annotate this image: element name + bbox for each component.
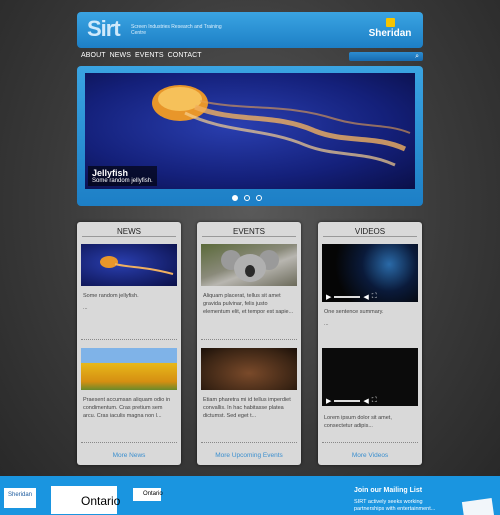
video-player-2[interactable]: ▶ ◀ ⛶ xyxy=(322,348,418,406)
caption-title: Jellyfish xyxy=(92,168,129,178)
more-news-link[interactable]: More News xyxy=(77,452,181,459)
nav-about[interactable]: ABOUT xyxy=(81,52,106,59)
videos-text-2: Lorem ipsum dolor sit amet, consectetur … xyxy=(324,415,392,429)
jellyfish-slide[interactable]: Jellyfish Some random jellyfish. xyxy=(85,73,415,189)
videos-ellipsis-1: ... xyxy=(324,321,329,327)
divider xyxy=(81,339,177,340)
nav-events[interactable]: EVENTS xyxy=(135,52,164,59)
news-text-2: Praesent accumsan aliquam odio in condim… xyxy=(83,397,171,419)
sheridan-mark-icon xyxy=(385,18,395,27)
slider-dots xyxy=(232,195,262,201)
jellyfish-thumb xyxy=(100,256,174,275)
videos-panel: VIDEOS ▶ ◀ ⛶ One sentence summary. ... ▶… xyxy=(318,222,422,465)
events-title: EVENTS xyxy=(202,222,296,237)
nav-contact[interactable]: CONTACT xyxy=(168,52,202,59)
site-header: Sirt Screen Industries Research and Trai… xyxy=(77,12,423,48)
videos-text-1: One sentence summary. xyxy=(324,309,384,315)
nav-news[interactable]: NEWS xyxy=(110,52,131,59)
main-nav: ABOUT NEWS EVENTS CONTACT xyxy=(81,52,202,59)
slider-dot-2[interactable] xyxy=(244,195,250,201)
divider xyxy=(201,442,297,443)
footer-ontario-small-logo[interactable]: Ontario xyxy=(133,488,163,501)
news-title: NEWS xyxy=(82,222,176,237)
events-text-1: Aliquam placerat, tellus sit amet gravid… xyxy=(203,293,294,315)
footer-ontario-logo[interactable]: Ontario xyxy=(51,486,120,514)
events-image-2[interactable] xyxy=(201,348,297,390)
search-input[interactable]: ⌕ xyxy=(349,52,423,61)
sheridan-logo[interactable]: Sheridan xyxy=(367,18,413,39)
mailing-text: SIRT actively seeks working partnerships… xyxy=(354,499,436,512)
volume-icon[interactable]: ◀ xyxy=(363,397,368,405)
video-controls: ▶ ◀ ⛶ xyxy=(322,396,418,406)
koala-thumb xyxy=(221,250,279,282)
more-events-link[interactable]: More Upcoming Events xyxy=(197,452,301,459)
mailing-title: Join our Mailing List xyxy=(354,487,423,494)
sirt-logo[interactable]: Sirt xyxy=(87,16,121,42)
search-icon[interactable]: ⌕ xyxy=(415,52,419,61)
footer-sheridan-logo[interactable]: Sheridan xyxy=(4,488,36,508)
image-slider: Jellyfish Some random jellyfish. xyxy=(77,66,423,206)
slide-caption: Jellyfish Some random jellyfish. xyxy=(88,166,157,186)
fullscreen-icon[interactable]: ⛶ xyxy=(372,293,377,301)
divider xyxy=(81,442,177,443)
videos-title: VIDEOS xyxy=(323,222,417,237)
news-ellipsis-1: ... xyxy=(83,305,88,311)
slider-dot-1[interactable] xyxy=(232,195,238,201)
news-panel: NEWS Some random jellyfish. ... Praesent… xyxy=(77,222,181,465)
slider-dot-3[interactable] xyxy=(256,195,262,201)
mailing-list[interactable]: Join our Mailing List SIRT actively seek… xyxy=(354,487,450,513)
video-player-1[interactable]: ▶ ◀ ⛶ xyxy=(322,244,418,302)
events-text-2: Etiam pharetra mi id tellus imperdiet co… xyxy=(203,397,291,419)
volume-icon[interactable]: ◀ xyxy=(363,293,368,301)
news-image-2[interactable] xyxy=(81,348,177,390)
envelope-icon[interactable] xyxy=(461,498,495,515)
divider xyxy=(201,339,297,340)
events-image-1[interactable] xyxy=(201,244,297,286)
footer: Sheridan Ontario Ontario Join our Mailin… xyxy=(0,476,500,515)
events-panel: EVENTS Aliquam placerat, tellus sit amet… xyxy=(197,222,301,465)
more-videos-link[interactable]: More Videos xyxy=(318,452,422,459)
video-controls: ▶ ◀ ⛶ xyxy=(322,292,418,302)
video-progress[interactable] xyxy=(334,296,361,298)
logo-subtitle: Screen Industries Research and Training … xyxy=(131,24,222,36)
news-text-1: Some random jellyfish. xyxy=(83,293,139,299)
video-progress[interactable] xyxy=(334,400,361,402)
divider xyxy=(322,442,418,443)
caption-text: Some random jellyfish. xyxy=(92,178,153,184)
play-icon[interactable]: ▶ xyxy=(326,397,331,405)
news-image-1[interactable] xyxy=(81,244,177,286)
play-icon[interactable]: ▶ xyxy=(326,293,331,301)
fullscreen-icon[interactable]: ⛶ xyxy=(372,397,377,405)
